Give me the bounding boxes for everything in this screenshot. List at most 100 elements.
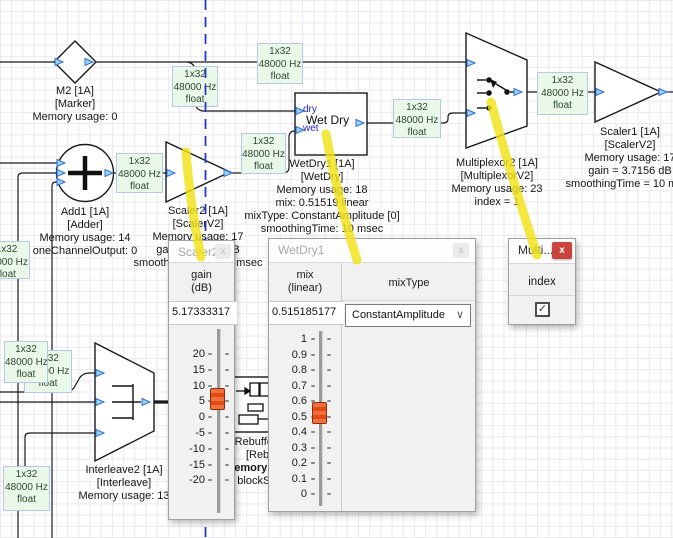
- signal-format-line: 1x32: [173, 69, 217, 82]
- signal-format-label: 1x3248000 Hzfloat: [257, 43, 303, 84]
- tick-mark: [225, 416, 229, 418]
- tick-mark: [225, 353, 229, 355]
- switch-icon: [477, 77, 516, 111]
- index-param-label: index: [509, 276, 575, 289]
- block-label-line: Memory usage: 0: [15, 111, 135, 124]
- signal-format-line: 48000 Hz: [117, 169, 162, 182]
- adder-block-add1[interactable]: [57, 145, 114, 202]
- tick-label: -20: [163, 473, 205, 487]
- tick-label: -10: [163, 442, 205, 456]
- port-arrow-icon: [85, 59, 93, 66]
- mixtype-dropdown[interactable]: ConstantAmplitude ∨: [345, 304, 471, 327]
- signal-format-label: 1x3248000 Hzfloat: [241, 133, 286, 174]
- tick-mark: [327, 462, 331, 464]
- port-arrow-icon: [57, 160, 65, 167]
- panel-multi-titlebar[interactable]: Multi... x: [509, 239, 575, 264]
- tick-label: 0.3: [265, 441, 307, 455]
- tick-mark: [327, 447, 331, 449]
- marker-block-m2[interactable]: [54, 41, 96, 83]
- tick-mark: [208, 353, 212, 355]
- scaler-block-scaler1[interactable]: [595, 62, 661, 122]
- mix-value-field[interactable]: 0.515185177: [269, 301, 344, 325]
- tick-label: 20: [163, 347, 205, 361]
- signal-format-line: float: [117, 181, 162, 193]
- tick-label: 0.9: [265, 348, 307, 362]
- port-arrow-icon: [659, 89, 667, 96]
- signal-format-line: 1x32: [258, 46, 302, 59]
- block-label-line: Memory usage: 17: [549, 152, 673, 165]
- panel-multiplexor2[interactable]: Multi... x index ✓: [508, 238, 576, 325]
- signal-format-line: 1x32: [4, 469, 49, 482]
- port-arrow-icon: [356, 120, 364, 127]
- interleave-block[interactable]: [95, 343, 154, 461]
- mix-slider-handle[interactable]: [312, 402, 327, 424]
- signal-format-line: 48000 Hz: [394, 115, 440, 128]
- signal-format-line: float: [5, 369, 47, 382]
- signal-format-line: float: [538, 100, 587, 113]
- signal-format-line: float: [173, 94, 217, 107]
- panel-wetdry1-titlebar[interactable]: WetDry1 x: [269, 239, 475, 263]
- signal-format-label: 1x3248000 Hzfloat: [4, 341, 48, 383]
- panel-scaler2-close-button[interactable]: x: [215, 244, 231, 259]
- panel-wetdry1-close-button[interactable]: x: [453, 243, 469, 258]
- tick-label: 0: [265, 487, 307, 501]
- tick-mark: [208, 385, 212, 387]
- tick-mark: [327, 385, 331, 387]
- tick-mark: [208, 432, 212, 434]
- tick-label: -15: [163, 458, 205, 472]
- tick-mark: [311, 478, 315, 480]
- plus-icon: [68, 156, 102, 190]
- mix-param-label: mix(linear): [269, 269, 341, 295]
- mixtype-dropdown-value: ConstantAmplitude: [352, 309, 445, 321]
- tick-mark: [327, 493, 331, 495]
- scaler-block-scaler2[interactable]: [166, 142, 230, 202]
- header-row-divider: [342, 300, 475, 301]
- signal-format-label: 1x3248000 Hzfloat: [0, 241, 30, 279]
- port-arrow-icon: [105, 170, 113, 177]
- wetdry-title: Wet Dry: [306, 113, 349, 127]
- panel-scaler2-titlebar[interactable]: Scaler2 x: [169, 241, 234, 263]
- panel-wetdry1-title: WetDry1: [278, 243, 324, 257]
- block-label-line: gain = 3.7156 dB: [549, 165, 673, 178]
- signal-format-label: 1x3248000 Hzfloat: [393, 99, 441, 138]
- signal-format-line: 48000 Hz: [5, 357, 47, 370]
- tick-label: 5: [163, 394, 205, 408]
- panel-multi-close-button[interactable]: x: [552, 242, 572, 259]
- tick-mark: [225, 369, 229, 371]
- tick-mark: [327, 369, 331, 371]
- tick-label: 0: [163, 410, 205, 424]
- port-arrow-icon: [96, 370, 104, 377]
- tick-mark: [208, 448, 212, 450]
- index-row-divider: [509, 295, 575, 296]
- gain-slider-handle[interactable]: [210, 388, 225, 410]
- signal-format-line: float: [4, 494, 49, 507]
- tick-mark: [311, 385, 315, 387]
- tick-mark: [225, 464, 229, 466]
- gain-value-field[interactable]: 5.17333317: [169, 301, 237, 325]
- port-arrow-icon: [96, 430, 104, 437]
- tick-label: 15: [163, 363, 205, 377]
- signal-format-line: float: [242, 161, 285, 174]
- diagram-canvas: dry wet Wet Dry M2 [1A][Marker]Memory us…: [0, 0, 673, 538]
- interleave-icon: [112, 384, 141, 420]
- tick-label: 0.6: [265, 394, 307, 408]
- tick-mark: [208, 464, 212, 466]
- multiplexor-block[interactable]: [466, 33, 527, 148]
- signal-format-line: 48000 Hz: [242, 149, 285, 162]
- signal-format-line: 1x32: [0, 244, 29, 257]
- signal-format-line: 1x32: [538, 75, 587, 88]
- gain-slider-track[interactable]: [217, 329, 221, 513]
- tick-mark: [327, 400, 331, 402]
- port-arrow-icon: [514, 89, 522, 96]
- panel-scaler2[interactable]: Scaler2 x gain(dB) 5.17333317 20151050-5…: [168, 240, 235, 520]
- chevron-down-icon: ∨: [456, 308, 464, 321]
- tick-mark: [327, 431, 331, 433]
- block-label-line: mixType: ConstantAmplitude [0]: [222, 210, 422, 223]
- tick-mark: [327, 338, 331, 340]
- signal-format-line: 48000 Hz: [538, 88, 587, 101]
- panel-wetdry1[interactable]: WetDry1 x mix(linear) 0.515185177 mixTyp…: [268, 238, 476, 512]
- signal-format-line: 1x32: [394, 102, 440, 115]
- signal-format-line: 1x32: [242, 136, 285, 149]
- tick-mark: [225, 385, 229, 387]
- index-checkbox[interactable]: ✓: [535, 302, 550, 317]
